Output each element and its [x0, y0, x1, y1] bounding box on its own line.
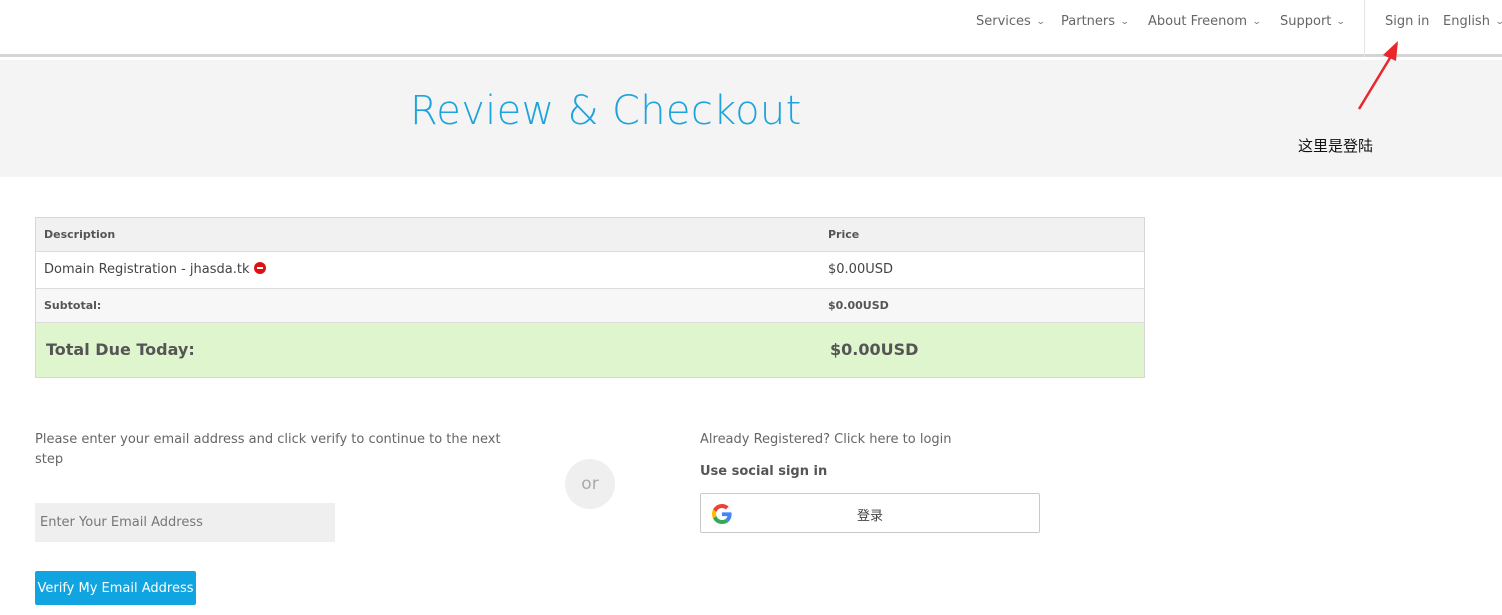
remove-item-icon[interactable]	[253, 262, 266, 274]
hero-band: Review & Checkout	[0, 60, 1502, 177]
nav-partners[interactable]: Partners ⌄	[1061, 14, 1130, 29]
email-instructions: Please enter your email address and clic…	[35, 432, 501, 467]
google-sign-in-label: 登录	[856, 509, 883, 524]
total-label: Total Due Today:	[46, 340, 195, 359]
item-price: $0.00USD	[828, 262, 893, 277]
subtotal-value: $0.00USD	[828, 299, 889, 312]
nav-language-label: English	[1443, 14, 1490, 29]
chevron-down-icon: ⌄	[1495, 17, 1502, 27]
table-row: Domain Registration - jhasda.tk $0.00USD	[36, 252, 1144, 289]
login-link[interactable]: Already Registered? Click here to login	[700, 430, 952, 450]
or-divider: or	[565, 459, 615, 509]
nav-language-selector[interactable]: English ⌄	[1443, 14, 1502, 29]
google-sign-in-button[interactable]: 登录	[700, 493, 1040, 533]
chevron-down-icon: ⌄	[1119, 16, 1130, 27]
nav-about-label: About Freenom	[1148, 14, 1248, 29]
verify-email-button[interactable]: Verify My Email Address	[35, 571, 196, 605]
chevron-down-icon: ⌄	[1251, 16, 1262, 27]
nav-services-label: Services	[976, 14, 1031, 29]
chevron-down-icon: ⌄	[1035, 16, 1046, 27]
nav-services[interactable]: Services ⌄	[976, 14, 1046, 29]
nav-sign-in[interactable]: Sign in	[1385, 14, 1429, 29]
social-sign-in-label: Use social sign in	[700, 464, 828, 479]
annotation-arrow-icon	[1357, 41, 1398, 110]
nav-about-freenom[interactable]: About Freenom ⌄	[1148, 14, 1262, 29]
column-header-price: Price	[828, 228, 860, 241]
total-row: Total Due Today: $0.00USD	[36, 323, 1144, 377]
nav-sign-in-label: Sign in	[1385, 14, 1430, 29]
cart-table: Description Price Domain Registration - …	[35, 217, 1145, 378]
nav-support-label: Support	[1280, 14, 1332, 29]
nav-partners-label: Partners	[1061, 14, 1116, 29]
subtotal-row: Subtotal: $0.00USD	[36, 289, 1144, 323]
nav-support[interactable]: Support ⌄	[1280, 14, 1347, 29]
table-header: Description Price	[36, 218, 1144, 252]
annotation-text: 这里是登陆	[1298, 137, 1374, 155]
column-header-description: Description	[44, 228, 116, 241]
subtotal-label: Subtotal:	[44, 299, 102, 312]
page-title: Review & Checkout	[410, 88, 802, 134]
item-description: Domain Registration - jhasda.tk	[44, 262, 250, 277]
top-nav: Services ⌄ Partners ⌄ About Freenom ⌄ Su…	[0, 0, 1502, 57]
total-value: $0.00USD	[830, 340, 919, 359]
email-field[interactable]	[35, 503, 335, 542]
chevron-down-icon: ⌄	[1336, 16, 1347, 27]
or-divider-text: or	[581, 474, 599, 494]
item-description-cell: Domain Registration - jhasda.tk	[44, 262, 266, 277]
